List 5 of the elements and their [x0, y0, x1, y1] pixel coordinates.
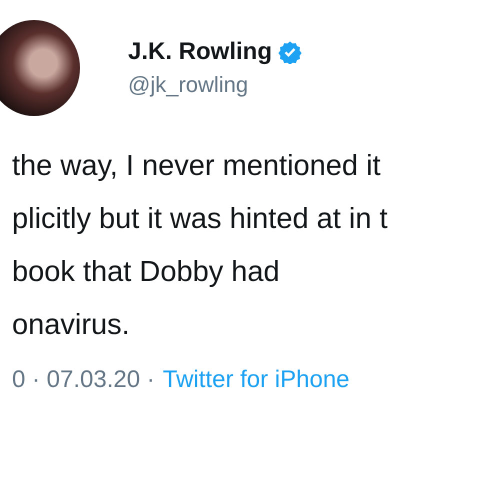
author-name: J.K. Rowling — [128, 38, 272, 66]
author-handle: @jk_rowling — [128, 72, 250, 98]
tweet-text: the way, I never mentioned it plicitly but it was hinted at in t book that Dobby had onavirus. — [12, 149, 389, 343]
tweet-source-link[interactable]: Twitter for iPhone — [162, 366, 350, 394]
tweet-timestamp: 0 · 07.03.20 · — [12, 366, 155, 394]
